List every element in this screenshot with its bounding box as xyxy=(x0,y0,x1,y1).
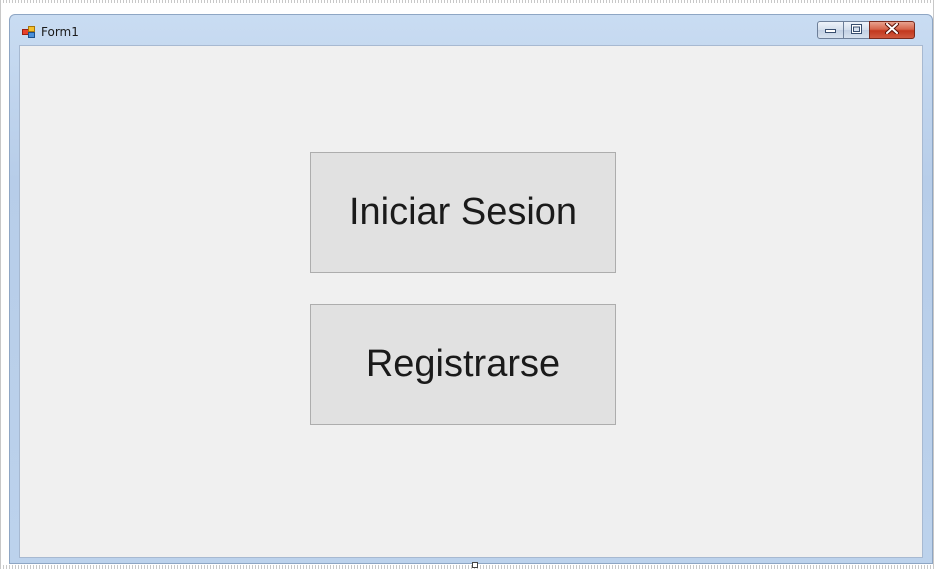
close-button[interactable] xyxy=(869,21,915,39)
register-button[interactable]: Registrarse xyxy=(310,304,616,425)
form-client-area: Iniciar Sesion Registrarse xyxy=(19,45,923,558)
maximize-button[interactable] xyxy=(843,21,870,39)
close-icon xyxy=(885,21,899,39)
window-title: Form1 xyxy=(41,25,79,39)
resize-grip[interactable] xyxy=(472,562,478,568)
login-button[interactable]: Iniciar Sesion xyxy=(310,152,616,273)
minimize-icon xyxy=(825,21,836,39)
maximize-icon xyxy=(851,21,862,39)
title-bar[interactable]: Form1 xyxy=(10,15,932,45)
form-window[interactable]: Form1 Iniciar Sesion Registrarse xyxy=(9,14,933,564)
minimize-button[interactable] xyxy=(817,21,844,39)
designer-surface: Form1 Iniciar Sesion Registrarse xyxy=(0,0,936,569)
form-icon xyxy=(22,25,36,39)
